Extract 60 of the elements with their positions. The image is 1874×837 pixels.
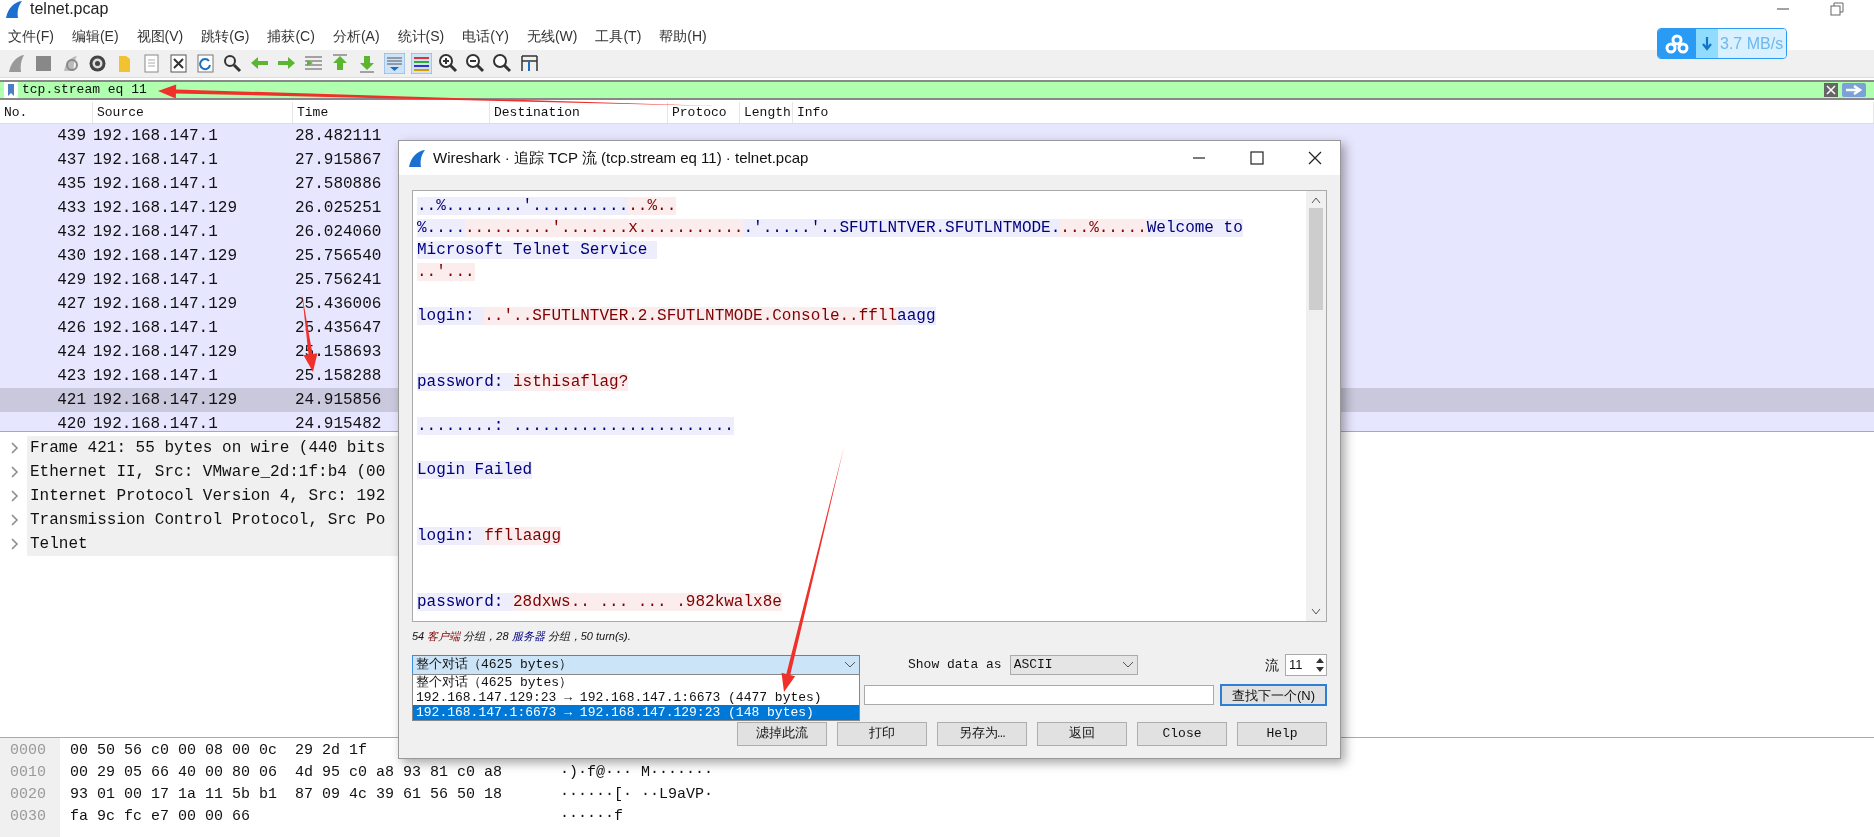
ascii-bytes: ······f [560,807,623,827]
packet-time: 25.436006 [294,294,383,315]
packet-time: 27.915867 [294,150,383,171]
stream-text-line: login: ffllaagg [417,526,562,547]
byte-offset: 0000 [9,741,47,761]
stream-text-line: login: ..'..SFUTLNTVER.2.SFUTLNTMODE.Console..ffllaagg [417,306,936,327]
packet-source: 192.168.147.1 [92,222,219,243]
packet-time: 24.915482 [294,414,383,431]
packet-number: 420 [56,414,87,431]
hex-bytes: fa 9c fc e7 00 00 66 [70,807,252,827]
packet-source: 192.168.147.1 [92,126,219,147]
packet-source: 192.168.147.129 [92,198,239,219]
byte-offset: 0030 [9,807,47,827]
packet-time: 24.915856 [294,390,383,411]
packet-time: 26.024060 [294,222,383,243]
packet-number: 437 [56,150,87,171]
stream-stats: 54 客户端 分组，28 服务器 分组，50 turn(s). [412,629,632,644]
hex-bytes: 00 29 05 66 40 00 80 06 4d 95 c0 a8 93 81 c0 a8 [70,763,504,783]
packet-number: 432 [56,222,87,243]
ascii-bytes: ·)·f@··· M······· [560,763,714,783]
byte-offset: 0020 [9,785,47,805]
ascii-bytes: ······[· ··L9aVP· [560,785,714,805]
packet-number: 423 [56,366,87,387]
packet-source: 192.168.147.1 [92,366,219,387]
packet-number: 430 [56,246,87,267]
packet-source: 192.168.147.129 [92,390,239,411]
packet-time: 28.482111 [294,126,383,147]
dialog-title: Wireshark · 追踪 TCP 流 (tcp.stream eq 11) · telnet.pcap [433,147,809,168]
hex-bytes: 00 50 56 c0 00 08 00 0c 29 2d 1f [70,741,369,761]
byte-offset: 0010 [9,763,47,783]
stream-text-line: password: isthisaflag? [417,372,629,393]
window-title: telnet.pcap [30,0,109,18]
packet-source: 192.168.147.1 [92,150,219,171]
show-data-label: Show data as [908,656,1002,675]
stream-label: 流 [1265,655,1279,675]
packet-number: 435 [56,174,87,195]
packet-number: 426 [56,318,87,339]
packet-source: 192.168.147.1 [92,318,219,339]
packet-time: 27.580886 [294,174,383,195]
packet-number: 433 [56,198,87,219]
packet-time: 25.756540 [294,246,383,267]
packet-source: 192.168.147.129 [92,246,239,267]
download-speed: 3.7 MB/s [1719,33,1784,54]
packet-time: 26.025251 [294,198,383,219]
hex-bytes: 93 01 00 17 1a 11 5b b1 87 09 4c 39 61 56 50 18 [70,785,504,805]
packet-number: 429 [56,270,87,291]
packet-source: 192.168.147.129 [92,294,239,315]
packet-time: 25.158288 [294,366,383,387]
packet-number: 421 [56,390,87,411]
packet-source: 192.168.147.1 [92,174,219,195]
packet-time: 25.756241 [294,270,383,291]
packet-source: 192.168.147.129 [92,342,239,363]
stream-text-line: %.............'.......x............'.....'..SFUTLNTVER.SFUTLNTMODE....%.....Welcome to [417,218,1243,239]
stream-text-line: ..%........'............%.. [417,196,677,217]
stream-text-line: password: 28dxws.. ... ... .982kwalx8e [417,592,782,613]
packet-source: 192.168.147.1 [92,270,219,291]
packet-number: 427 [56,294,87,315]
packet-number: 439 [56,126,87,147]
packet-source: 192.168.147.1 [92,414,219,431]
packet-number: 424 [56,342,87,363]
